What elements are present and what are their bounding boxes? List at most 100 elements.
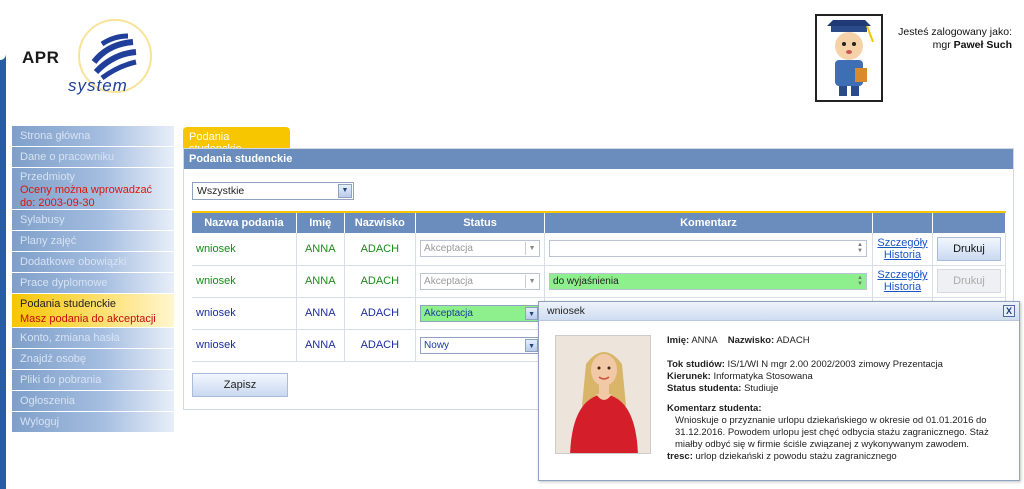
chevron-down-icon[interactable]: ▼ bbox=[338, 184, 352, 198]
popup-details: Imię: ANNA Nazwisko: ADACH Tok studiów: … bbox=[667, 335, 1013, 463]
sidebar-item-pliki-do-pobrania[interactable]: Pliki do pobrania bbox=[12, 370, 174, 391]
apr-system-logo: APR system bbox=[18, 14, 168, 104]
kierunek-value: Informatyka Stosowana bbox=[713, 371, 813, 382]
cartoon-graduate-icon bbox=[827, 20, 874, 96]
tab-podania-studenckie[interactable]: Podania studenckie bbox=[183, 127, 290, 155]
sidebar-item-przedmioty[interactable]: Przedmioty Oceny można wprowadzać do: 200… bbox=[12, 168, 174, 210]
filter-value: Wszystkie bbox=[197, 185, 245, 197]
sidebar-item-dane-o-pracowniku[interactable]: Dane o pracowniku bbox=[12, 147, 174, 168]
sidebar-item-label: Strona główna bbox=[20, 130, 91, 142]
comment-value: do wyjaśnienia bbox=[553, 275, 619, 287]
table-row: wniosek ANNA ADACH Akceptacja ▼ ▲ ▼ Szczeg… bbox=[192, 233, 1007, 266]
history-link[interactable]: Historia bbox=[877, 281, 928, 293]
close-icon[interactable]: X bbox=[1003, 305, 1015, 317]
tresc-value: urlop dziekański z powodu stażu zagranic… bbox=[695, 451, 897, 462]
sidebar-item-ogloszenia[interactable]: Ogłoszenia bbox=[12, 391, 174, 412]
user-title: mgr bbox=[932, 39, 951, 51]
comment-heading: Komentarz studenta: bbox=[667, 403, 1013, 415]
student-status-value: Studiuje bbox=[744, 383, 779, 394]
student-comment-text: Wnioskuje o przyznanie urlopu dziekański… bbox=[675, 415, 989, 450]
spinner-icon: ▲ ▼ bbox=[857, 242, 863, 255]
cell-nazwa: wniosek bbox=[192, 329, 297, 362]
table-row: wniosek ANNA ADACH Akceptacja ▼ do wyjaśn… bbox=[192, 265, 1007, 298]
sidebar-item-plany-zajec[interactable]: Plany zajęć bbox=[12, 231, 174, 252]
cell-nazwisko: ADACH bbox=[344, 265, 417, 298]
sidebar-item-wyloguj[interactable]: Wyloguj bbox=[12, 412, 174, 433]
sidebar-item-label: Plany zajęć bbox=[20, 235, 77, 247]
history-link[interactable]: Historia bbox=[877, 249, 928, 261]
print-button[interactable]: Drukuj bbox=[936, 269, 1001, 293]
sidebar-item-label: Wyloguj bbox=[20, 416, 60, 428]
sidebar-item-dodatkowe-obowiazki[interactable]: Dodatkowe obowiązki bbox=[12, 252, 174, 273]
sidebar-item-strona-glowna[interactable]: Strona główna bbox=[12, 126, 174, 147]
print-button[interactable]: Drukuj bbox=[936, 236, 1001, 261]
tok-value: IS/1/WI N mgr 2.00 2002/2003 zimowy Prez… bbox=[727, 359, 943, 370]
col-header-imie: Imię bbox=[296, 211, 345, 233]
sidebar-item-label: Podania studenckie bbox=[20, 298, 117, 310]
sidebar-item-konto-zmiana-hasla[interactable]: Konto, zmiana hasła bbox=[12, 328, 174, 349]
status-select[interactable]: Akceptacja ▼ bbox=[420, 240, 541, 258]
user-name-line: mgr Paweł Such bbox=[890, 39, 1012, 52]
col-header-actions bbox=[932, 211, 1007, 233]
cell-imie: ANNA bbox=[296, 265, 345, 298]
user-info: Jesteś zalogowany jako: mgr Paweł Such bbox=[890, 26, 1012, 52]
tok-line: Tok studiów: IS/1/WI N mgr 2.00 2002/200… bbox=[667, 359, 1013, 371]
student-photo-image bbox=[556, 336, 650, 453]
kierunek-label: Kierunek: bbox=[667, 371, 711, 382]
name-line: Imię: ANNA Nazwisko: ADACH bbox=[667, 335, 1013, 347]
sidebar-item-label: Dodatkowe obowiązki bbox=[20, 256, 127, 268]
details-link[interactable]: Szczegóły bbox=[877, 269, 928, 281]
first-name-label: Imię: bbox=[667, 335, 690, 346]
sidebar-item-label: Znajdź osobę bbox=[20, 353, 87, 365]
panel-title: Podania studenckie bbox=[184, 149, 1013, 169]
sidebar-item-znajdz-osobe[interactable]: Znajdź osobę bbox=[12, 349, 174, 370]
save-button[interactable]: Zapisz bbox=[192, 373, 288, 397]
cell-status: Akceptacja ▼ bbox=[415, 265, 546, 298]
cell-imie: ANNA bbox=[296, 329, 345, 362]
chevron-down-icon: ▼ bbox=[525, 242, 538, 256]
status-value: Akceptacja bbox=[424, 275, 473, 287]
cell-imie: ANNA bbox=[296, 233, 345, 266]
sidebar-item-label: Pliki do pobrania bbox=[20, 374, 102, 386]
cell-nazwa: wniosek bbox=[192, 297, 297, 330]
logo-system-text: system bbox=[68, 76, 128, 95]
col-header-links bbox=[872, 211, 933, 233]
sidebar-item-podania-studenckie[interactable]: Podania studenckie Masz podania do akcept… bbox=[12, 294, 174, 328]
status-value: Akceptacja bbox=[424, 243, 473, 255]
comment-field[interactable]: do wyjaśnienia ▲ ▼ bbox=[549, 272, 868, 290]
status-select[interactable]: Akceptacja ▼ bbox=[420, 304, 541, 322]
student-photo bbox=[555, 335, 651, 454]
sidebar-item-alert: Oceny można wprowadzać do: 2003-09-30 bbox=[20, 184, 153, 209]
cell-status: Akceptacja ▼ bbox=[415, 233, 546, 266]
cell-komentarz: do wyjaśnienia ▲ ▼ bbox=[544, 265, 873, 298]
popup-title-bar: wniosek X bbox=[539, 302, 1019, 321]
left-border-stripe bbox=[0, 0, 6, 489]
user-name: Paweł Such bbox=[953, 39, 1012, 51]
last-name-label: Nazwisko: bbox=[727, 335, 775, 346]
status-select[interactable]: Akceptacja ▼ bbox=[420, 272, 541, 290]
cell-komentarz: ▲ ▼ bbox=[544, 233, 873, 266]
sidebar-item-prace-dyplomowe[interactable]: Prace dyplomowe bbox=[12, 273, 174, 294]
status-value: Akceptacja bbox=[424, 307, 473, 319]
logo-apr-text: APR bbox=[22, 48, 60, 67]
comment-label: Komentarz studenta: bbox=[667, 403, 762, 414]
application-details-popup: wniosek X Imię: ANNA Nazwisko: ADACH Tok… bbox=[538, 301, 1020, 481]
details-link[interactable]: Szczegóły bbox=[877, 237, 928, 249]
status-value: Nowy bbox=[424, 339, 450, 351]
sidebar-item-label: Przedmioty bbox=[20, 171, 76, 183]
chevron-down-icon: ▼ bbox=[525, 338, 539, 352]
sidebar-item-sylabusy[interactable]: Sylabusy bbox=[12, 210, 174, 231]
popup-title: wniosek bbox=[547, 305, 585, 317]
tresc-line: tresc: urlop dziekański z powodu stażu z… bbox=[667, 451, 1013, 463]
comment-field[interactable]: ▲ ▼ bbox=[549, 240, 868, 258]
sidebar-item-label: Prace dyplomowe bbox=[20, 277, 108, 289]
status-select[interactable]: Nowy ▼ bbox=[420, 336, 541, 354]
tok-label: Tok studiów: bbox=[667, 359, 725, 370]
cell-actions: Drukuj bbox=[932, 265, 1007, 298]
cell-nazwisko: ADACH bbox=[344, 233, 417, 266]
logged-in-label: Jesteś zalogowany jako: bbox=[898, 26, 1012, 38]
first-name-value: ANNA bbox=[691, 335, 718, 346]
status-filter-select[interactable]: Wszystkie ▼ bbox=[192, 182, 354, 200]
sidebar-item-label: Konto, zmiana hasła bbox=[20, 332, 120, 344]
cell-imie: ANNA bbox=[296, 297, 345, 330]
